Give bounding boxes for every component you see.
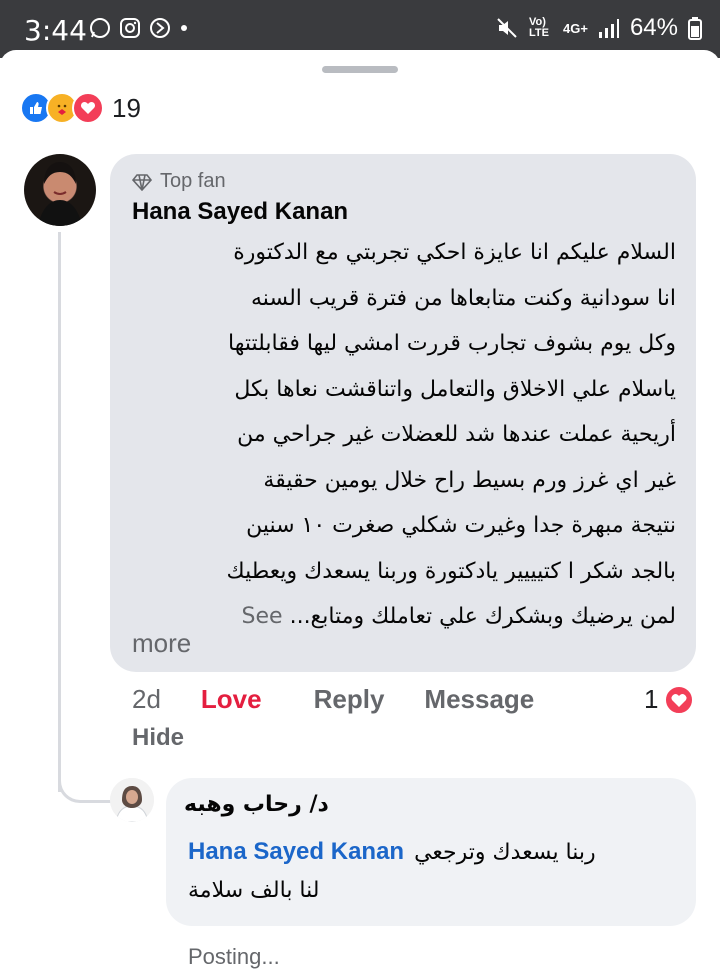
- comment-line: ياسلام علي الاخلاق والتعامل واتناقشت نعا…: [234, 376, 676, 402]
- comment-line: وكل يوم بشوف تجارب قررت امشي ليها فقابلت…: [227, 331, 676, 356]
- commenter-avatar[interactable]: [24, 154, 96, 226]
- battery-percent: 64%: [629, 14, 678, 41]
- posting-status: Posting...: [188, 944, 280, 969]
- mention-link[interactable]: Hana Sayed Kanan: [188, 838, 404, 866]
- love-reaction-icon: [664, 684, 695, 715]
- navigation-icon: [150, 18, 170, 38]
- see-more-link-continued[interactable]: more: [132, 628, 191, 659]
- status-time: 3:44: [24, 14, 87, 47]
- message-button[interactable]: Message: [424, 684, 534, 715]
- signal-icon: [598, 19, 619, 38]
- notification-icons: [88, 16, 190, 40]
- comment-text: السلام عليكم انا عايزة احكي تجربتي مع ال…: [128, 230, 676, 640]
- instagram-icon: [120, 18, 140, 38]
- comment-line: السلام عليكم انا عايزة احكي تجربتي مع ال…: [233, 240, 676, 265]
- reply-avatar[interactable]: [110, 778, 154, 822]
- love-icon: [72, 92, 104, 124]
- mute-icon: [497, 18, 517, 38]
- comment-line: لمن يرضيك وبشكرك علي تعاملك ومتابع...: [289, 604, 676, 629]
- top-fan-label: Top fan: [160, 170, 226, 192]
- drag-handle[interactable]: [322, 66, 398, 73]
- see-more-link[interactable]: See: [242, 604, 283, 629]
- battery-icon: [688, 17, 702, 40]
- reaction-count: 19: [112, 92, 141, 123]
- comment-line: أريحية عملت عندها شد للعضلات غير جراحي م…: [237, 422, 676, 447]
- comment-reaction-count[interactable]: 1: [644, 684, 695, 715]
- comment-author[interactable]: Hana Sayed Kanan: [132, 198, 348, 226]
- reply-author[interactable]: د/ رحاب وهبه: [184, 792, 344, 817]
- whatsapp-icon: [90, 18, 110, 38]
- network-type: 4G+: [563, 20, 588, 36]
- reply-text-line2: لنا بالف سلامة: [188, 878, 320, 903]
- comment-line: نتيجة مبهرة جدا وغيرت شكلي صغرت ١٠ سنين: [246, 513, 676, 538]
- volte-label: Vo) LTE: [529, 16, 549, 39]
- comment-like-count: 1: [644, 684, 659, 714]
- top-fan-badge: Top fan: [132, 170, 226, 193]
- comment-actions: 2d Love Reply Message: [132, 684, 534, 715]
- hide-button[interactable]: Hide: [132, 724, 184, 752]
- reply-text-line1: Hana Sayed Kanan ربنا يسعدك وترجعي: [188, 838, 596, 866]
- avatar-portrait-icon: [110, 778, 154, 822]
- reactions-summary[interactable]: 19: [20, 92, 141, 124]
- avatar-portrait-icon: [38, 162, 82, 226]
- comment-line-last: لمن يرضيك وبشكرك علي تعاملك ومتابع... Se…: [128, 594, 676, 640]
- system-icons: Vo) LTE 4G+ 64%: [495, 14, 702, 42]
- more-notifications-dot-icon: [181, 25, 187, 31]
- comment-line: انا سودانية وكنت متابعاها من فترة قريب ا…: [251, 285, 676, 311]
- reply-text-part: ربنا يسعدك وترجعي: [414, 839, 596, 865]
- love-button[interactable]: Love: [201, 684, 262, 715]
- reply-button[interactable]: Reply: [314, 684, 385, 715]
- thread-connector: [58, 760, 111, 803]
- comment-line: غير اي غرز ورم بسيط راح خلال يومين حقيقة: [263, 467, 676, 493]
- comment-line: بالجد شكر ا كتيييير يادكتورة وربنا يسعدك…: [226, 558, 676, 584]
- diamond-icon: [132, 173, 152, 191]
- comment-time: 2d: [132, 684, 161, 714]
- thread-line: [58, 232, 61, 792]
